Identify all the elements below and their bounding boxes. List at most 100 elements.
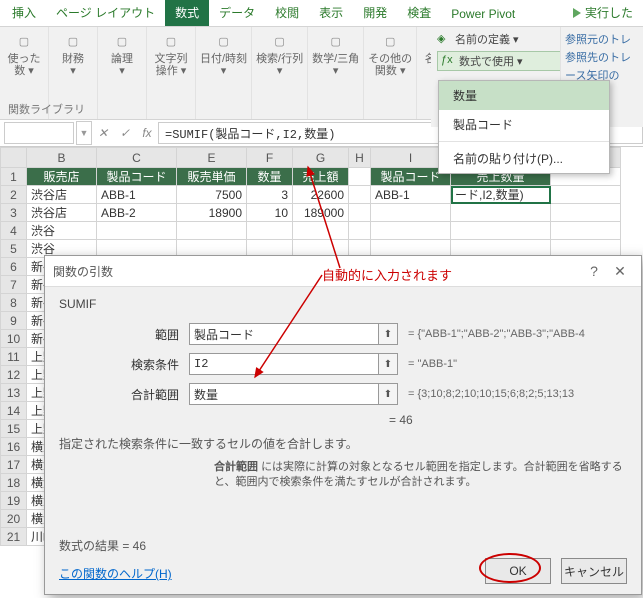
row-header[interactable]: 17: [1, 456, 27, 474]
row-header[interactable]: 8: [1, 294, 27, 312]
cell[interactable]: [349, 168, 371, 186]
ribbon-group-5[interactable]: ▢検索/行列▾: [252, 27, 308, 119]
cell[interactable]: [551, 222, 621, 240]
tab-developer[interactable]: 開発: [353, 0, 397, 26]
row-header[interactable]: 5: [1, 240, 27, 258]
row-header[interactable]: 15: [1, 420, 27, 438]
cell[interactable]: [551, 204, 621, 222]
function-help-link[interactable]: この関数のヘルプ(H): [59, 565, 172, 582]
range-picker-icon[interactable]: ⬆: [379, 383, 398, 405]
cell[interactable]: 売上額: [293, 168, 349, 186]
row-header[interactable]: 13: [1, 384, 27, 402]
cell[interactable]: [97, 222, 177, 240]
cell[interactable]: [349, 222, 371, 240]
cancel-formula-icon[interactable]: ✕: [92, 122, 114, 144]
cell[interactable]: [551, 186, 621, 204]
column-header[interactable]: B: [27, 148, 97, 168]
cell[interactable]: 販売単価: [177, 168, 247, 186]
tab-formulas[interactable]: 数式: [165, 0, 209, 26]
arg-input-2[interactable]: 数量: [189, 383, 379, 405]
cell[interactable]: 渋谷: [27, 222, 97, 240]
row-header[interactable]: 18: [1, 474, 27, 492]
row-header[interactable]: 14: [1, 402, 27, 420]
arg-input-1[interactable]: I2: [189, 353, 379, 375]
row-header[interactable]: 1: [1, 168, 27, 186]
cell[interactable]: 販売店: [27, 168, 97, 186]
ribbon-group-4[interactable]: ▢日付/時刻▾: [196, 27, 252, 119]
tell-me[interactable]: 実行した: [563, 0, 643, 26]
row-header[interactable]: 11: [1, 348, 27, 366]
tab-view[interactable]: 表示: [309, 0, 353, 26]
row-header[interactable]: 10: [1, 330, 27, 348]
arg-input-0[interactable]: 製品コード: [189, 323, 379, 345]
dialog-help-icon[interactable]: ?: [581, 263, 607, 279]
column-header[interactable]: H: [349, 148, 371, 168]
column-header[interactable]: F: [247, 148, 293, 168]
cell[interactable]: 数量: [247, 168, 293, 186]
ribbon-group-2[interactable]: ▢論理▾: [98, 27, 147, 119]
row-header[interactable]: 9: [1, 312, 27, 330]
row-header[interactable]: 16: [1, 438, 27, 456]
cell[interactable]: [371, 204, 451, 222]
ribbon-group-3[interactable]: ▢文字列操作 ▾: [147, 27, 196, 119]
cell[interactable]: ABB-2: [97, 204, 177, 222]
dialog-close-icon[interactable]: ✕: [607, 263, 633, 280]
ribbon-group-6[interactable]: ▢数学/三角▾: [308, 27, 364, 119]
cell[interactable]: [451, 204, 551, 222]
tab-powerpivot[interactable]: Power Pivot: [441, 2, 525, 26]
column-header[interactable]: G: [293, 148, 349, 168]
trace-precedents[interactable]: 参照元のトレ: [565, 31, 640, 47]
dropdown-item-quantity[interactable]: 数量: [439, 81, 609, 110]
trace-dependents[interactable]: 参照先のトレ: [565, 49, 640, 65]
tab-data[interactable]: データ: [209, 0, 265, 26]
dropdown-paste-names[interactable]: 名前の貼り付け(P)...: [439, 144, 609, 173]
cell[interactable]: 3: [247, 186, 293, 204]
tab-inspect[interactable]: 検査: [397, 0, 441, 26]
row-header[interactable]: 12: [1, 366, 27, 384]
ribbon-group-7[interactable]: ▢その他の関数 ▾: [364, 27, 417, 119]
row-header[interactable]: 4: [1, 222, 27, 240]
tab-page-layout[interactable]: ページ レイアウト: [46, 0, 165, 26]
tab-review[interactable]: 校閲: [265, 0, 309, 26]
cell[interactable]: 10: [247, 204, 293, 222]
cell[interactable]: 22600: [293, 186, 349, 204]
cell[interactable]: 7500: [177, 186, 247, 204]
row-header[interactable]: 6: [1, 258, 27, 276]
row-header[interactable]: 20: [1, 510, 27, 528]
cell[interactable]: [451, 222, 551, 240]
cell[interactable]: ABB-1: [371, 186, 451, 204]
enter-formula-icon[interactable]: ✓: [114, 122, 136, 144]
range-picker-icon[interactable]: ⬆: [379, 323, 398, 345]
cell[interactable]: 189000: [293, 204, 349, 222]
cell[interactable]: [247, 222, 293, 240]
row-header[interactable]: 19: [1, 492, 27, 510]
ribbon-group-icon: ▢: [112, 31, 132, 51]
column-header[interactable]: E: [177, 148, 247, 168]
cell[interactable]: 製品コード: [97, 168, 177, 186]
cancel-button[interactable]: キャンセル: [561, 558, 627, 584]
cell[interactable]: ABB-1: [97, 186, 177, 204]
dropdown-item-product-code[interactable]: 製品コード: [439, 110, 609, 139]
tab-insert[interactable]: 挿入: [2, 0, 46, 26]
cell[interactable]: [371, 222, 451, 240]
name-box[interactable]: [4, 122, 74, 144]
row-header[interactable]: 21: [1, 528, 27, 546]
select-all[interactable]: [1, 148, 27, 168]
ok-button[interactable]: OK: [485, 558, 551, 584]
insert-function-icon[interactable]: fx: [136, 122, 158, 144]
cell[interactable]: 渋谷店: [27, 186, 97, 204]
row-header[interactable]: 3: [1, 204, 27, 222]
row-header[interactable]: 7: [1, 276, 27, 294]
cell[interactable]: [293, 222, 349, 240]
cell[interactable]: ード,I2,数量): [451, 186, 551, 204]
column-header[interactable]: C: [97, 148, 177, 168]
range-picker-icon[interactable]: ⬆: [379, 353, 398, 375]
row-header[interactable]: 2: [1, 186, 27, 204]
cell[interactable]: 18900: [177, 204, 247, 222]
cell[interactable]: [349, 186, 371, 204]
cell[interactable]: 渋谷店: [27, 204, 97, 222]
name-box-dropdown[interactable]: ▼: [76, 121, 92, 145]
cell[interactable]: [177, 222, 247, 240]
arg-evaluation: = "ABB-1": [398, 358, 457, 370]
cell[interactable]: [349, 204, 371, 222]
